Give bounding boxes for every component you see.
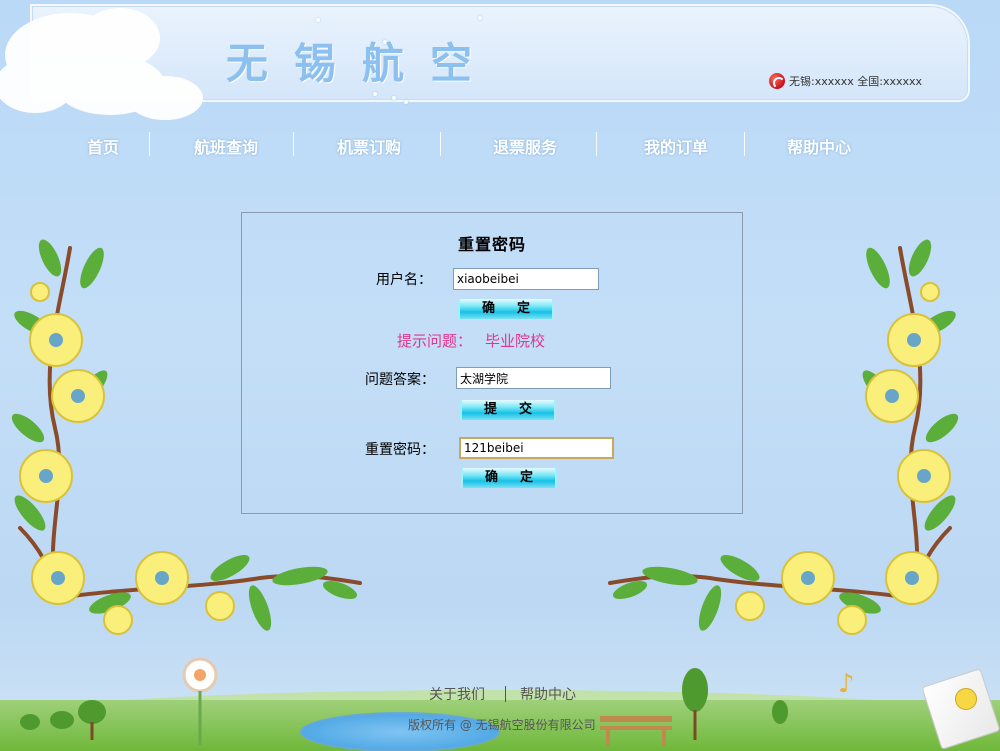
hotline: 无锡:xxxxxx 全国:xxxxxx (769, 73, 922, 89)
nav-help-center[interactable]: 帮助中心 (787, 134, 851, 158)
cloud-decoration (0, 8, 203, 120)
nav-separator (149, 132, 150, 156)
nav-separator (596, 132, 597, 156)
hint-question-value: 毕业院校 (485, 332, 546, 350)
hint-question-label: 提示问题： (397, 332, 473, 350)
footer-separator (505, 686, 506, 702)
new-password-label: 重置密码： (365, 442, 435, 458)
footer-help-link[interactable]: 帮助中心 (520, 684, 576, 704)
site-title: 无锡航空 (226, 39, 499, 88)
footer-about-link[interactable]: 关于我们 (429, 684, 485, 704)
username-input[interactable] (453, 268, 599, 290)
form-title: 重置密码 (457, 235, 526, 254)
nav-ticket-booking[interactable]: 机票订购 (337, 134, 401, 158)
nav-separator (293, 132, 294, 156)
nav-separator (744, 132, 745, 156)
answer-input[interactable] (456, 367, 611, 389)
smiley-icon (955, 688, 977, 710)
copyright-text: 版权所有 @ 无锡航空股份有限公司 (408, 718, 596, 732)
phone-icon (769, 73, 785, 89)
footer-links: 关于我们 帮助中心 (429, 684, 576, 704)
nav-home[interactable]: 首页 (87, 134, 119, 158)
nav-refund-service[interactable]: 退票服务 (493, 134, 557, 158)
answer-label: 问题答案： (365, 372, 435, 388)
reset-password-form: 重置密码 用户名： 确定 提示问题： 毕业院校 问题答案： 提交 重置密码： 确… (241, 212, 743, 514)
main-nav: 首页 航班查询 机票订购 退票服务 我的订单 帮助中心 (30, 128, 900, 160)
confirm-password-button[interactable]: 确定 (461, 468, 557, 488)
nav-my-orders[interactable]: 我的订单 (644, 134, 708, 158)
confirm-username-button[interactable]: 确定 (458, 299, 554, 319)
hotline-text: 无锡:xxxxxx 全国:xxxxxx (789, 75, 923, 88)
submit-answer-button[interactable]: 提交 (460, 400, 556, 420)
new-password-input[interactable] (459, 437, 614, 459)
svg-text:♪: ♪ (838, 669, 855, 699)
nav-separator (440, 132, 441, 156)
nav-flight-search[interactable]: 航班查询 (194, 134, 258, 158)
username-label: 用户名： (376, 272, 432, 288)
